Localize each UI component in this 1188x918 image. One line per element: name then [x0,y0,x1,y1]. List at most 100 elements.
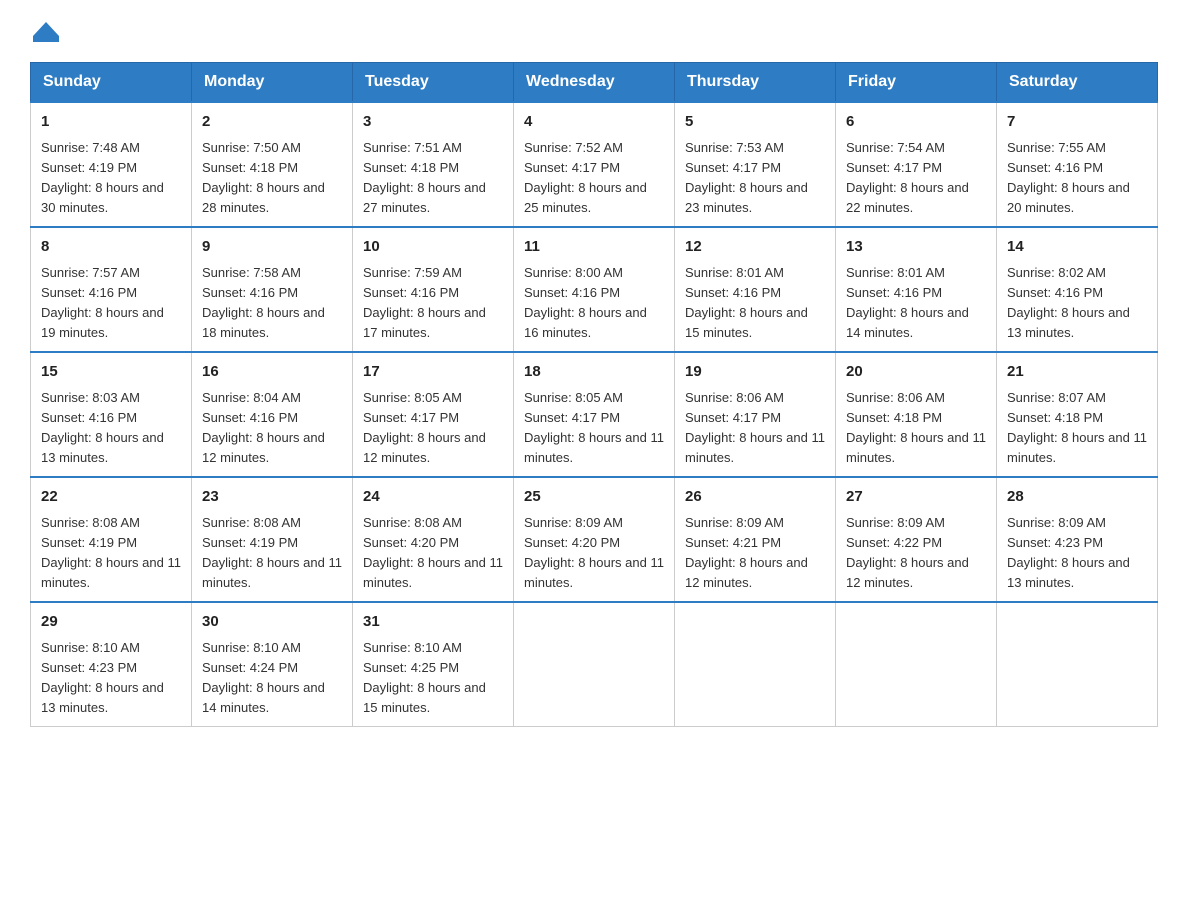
weekday-header-saturday: Saturday [997,63,1158,103]
day-info: Sunrise: 8:10 AMSunset: 4:24 PMDaylight:… [202,638,342,719]
day-number: 18 [524,361,664,384]
day-info: Sunrise: 7:51 AMSunset: 4:18 PMDaylight:… [363,138,503,219]
day-number: 4 [524,111,664,134]
day-info: Sunrise: 7:58 AMSunset: 4:16 PMDaylight:… [202,263,342,344]
day-info: Sunrise: 7:54 AMSunset: 4:17 PMDaylight:… [846,138,986,219]
calendar-day-cell: 20 Sunrise: 8:06 AMSunset: 4:18 PMDayligh… [836,352,997,477]
calendar-day-cell: 14 Sunrise: 8:02 AMSunset: 4:16 PMDayligh… [997,227,1158,352]
day-info: Sunrise: 8:05 AMSunset: 4:17 PMDaylight:… [363,388,503,469]
day-number: 19 [685,361,825,384]
calendar-day-cell: 31 Sunrise: 8:10 AMSunset: 4:25 PMDayligh… [353,602,514,727]
day-number: 22 [41,486,181,509]
calendar-day-cell [675,602,836,727]
weekday-header-friday: Friday [836,63,997,103]
day-info: Sunrise: 8:09 AMSunset: 4:23 PMDaylight:… [1007,513,1147,594]
calendar-day-cell: 18 Sunrise: 8:05 AMSunset: 4:17 PMDayligh… [514,352,675,477]
weekday-header-monday: Monday [192,63,353,103]
day-info: Sunrise: 8:08 AMSunset: 4:19 PMDaylight:… [202,513,342,594]
day-info: Sunrise: 8:05 AMSunset: 4:17 PMDaylight:… [524,388,664,469]
weekday-header-wednesday: Wednesday [514,63,675,103]
calendar-week-row: 1 Sunrise: 7:48 AMSunset: 4:19 PMDaylight… [31,102,1158,227]
calendar-day-cell: 29Sunrise: 8:10 AMSunset: 4:23 PMDayligh… [31,602,192,727]
calendar-day-cell: 11Sunrise: 8:00 AMSunset: 4:16 PMDayligh… [514,227,675,352]
calendar-week-row: 8 Sunrise: 7:57 AMSunset: 4:16 PMDaylight… [31,227,1158,352]
calendar-table: SundayMondayTuesdayWednesdayThursdayFrid… [30,62,1158,727]
weekday-header-thursday: Thursday [675,63,836,103]
calendar-header-row: SundayMondayTuesdayWednesdayThursdayFrid… [31,63,1158,103]
calendar-week-row: 22 Sunrise: 8:08 AMSunset: 4:19 PMDayligh… [31,477,1158,602]
day-number: 21 [1007,361,1147,384]
day-info: Sunrise: 7:57 AMSunset: 4:16 PMDaylight:… [41,263,181,344]
day-number: 23 [202,486,342,509]
day-number: 8 [41,236,181,259]
calendar-day-cell: 24 Sunrise: 8:08 AMSunset: 4:20 PMDayligh… [353,477,514,602]
calendar-day-cell: 19 Sunrise: 8:06 AMSunset: 4:17 PMDayligh… [675,352,836,477]
day-info: Sunrise: 7:52 AMSunset: 4:17 PMDaylight:… [524,138,664,219]
day-info: Sunrise: 8:08 AMSunset: 4:20 PMDaylight:… [363,513,503,594]
day-info: Sunrise: 8:08 AMSunset: 4:19 PMDaylight:… [41,513,181,594]
calendar-day-cell: 23 Sunrise: 8:08 AMSunset: 4:19 PMDayligh… [192,477,353,602]
day-number: 2 [202,111,342,134]
day-number: 14 [1007,236,1147,259]
day-info: Sunrise: 8:01 AMSunset: 4:16 PMDaylight:… [685,263,825,344]
day-info: Sunrise: 8:02 AMSunset: 4:16 PMDaylight:… [1007,263,1147,344]
calendar-day-cell: 21 Sunrise: 8:07 AMSunset: 4:18 PMDayligh… [997,352,1158,477]
calendar-day-cell: 5Sunrise: 7:53 AMSunset: 4:17 PMDaylight… [675,102,836,227]
calendar-day-cell: 8 Sunrise: 7:57 AMSunset: 4:16 PMDaylight… [31,227,192,352]
day-number: 27 [846,486,986,509]
page-header [30,20,1158,42]
day-info: Sunrise: 8:03 AMSunset: 4:16 PMDaylight:… [41,388,181,469]
day-number: 17 [363,361,503,384]
day-info: Sunrise: 8:06 AMSunset: 4:17 PMDaylight:… [685,388,825,469]
day-info: Sunrise: 7:50 AMSunset: 4:18 PMDaylight:… [202,138,342,219]
calendar-day-cell: 15Sunrise: 8:03 AMSunset: 4:16 PMDayligh… [31,352,192,477]
day-number: 10 [363,236,503,259]
day-info: Sunrise: 8:10 AMSunset: 4:25 PMDaylight:… [363,638,503,719]
day-info: Sunrise: 8:09 AMSunset: 4:20 PMDaylight:… [524,513,664,594]
day-number: 12 [685,236,825,259]
calendar-day-cell: 17 Sunrise: 8:05 AMSunset: 4:17 PMDayligh… [353,352,514,477]
day-info: Sunrise: 8:07 AMSunset: 4:18 PMDaylight:… [1007,388,1147,469]
calendar-day-cell [997,602,1158,727]
day-number: 6 [846,111,986,134]
calendar-day-cell: 9 Sunrise: 7:58 AMSunset: 4:16 PMDaylight… [192,227,353,352]
day-number: 13 [846,236,986,259]
day-number: 31 [363,611,503,634]
day-info: Sunrise: 8:01 AMSunset: 4:16 PMDaylight:… [846,263,986,344]
day-info: Sunrise: 8:06 AMSunset: 4:18 PMDaylight:… [846,388,986,469]
calendar-day-cell: 4 Sunrise: 7:52 AMSunset: 4:17 PMDaylight… [514,102,675,227]
day-number: 16 [202,361,342,384]
day-number: 1 [41,111,181,134]
day-number: 30 [202,611,342,634]
calendar-day-cell: 16 Sunrise: 8:04 AMSunset: 4:16 PMDayligh… [192,352,353,477]
day-number: 20 [846,361,986,384]
day-number: 24 [363,486,503,509]
day-number: 3 [363,111,503,134]
day-info: Sunrise: 8:04 AMSunset: 4:16 PMDaylight:… [202,388,342,469]
calendar-day-cell: 12 Sunrise: 8:01 AMSunset: 4:16 PMDayligh… [675,227,836,352]
calendar-day-cell [514,602,675,727]
calendar-day-cell: 6 Sunrise: 7:54 AMSunset: 4:17 PMDaylight… [836,102,997,227]
day-info: Sunrise: 8:09 AMSunset: 4:21 PMDaylight:… [685,513,825,594]
day-number: 9 [202,236,342,259]
calendar-day-cell: 10Sunrise: 7:59 AMSunset: 4:16 PMDayligh… [353,227,514,352]
logo-triangle-icon [33,22,59,36]
logo-bar-icon [33,36,59,42]
calendar-day-cell: 7 Sunrise: 7:55 AMSunset: 4:16 PMDaylight… [997,102,1158,227]
calendar-day-cell: 25Sunrise: 8:09 AMSunset: 4:20 PMDayligh… [514,477,675,602]
calendar-week-row: 15Sunrise: 8:03 AMSunset: 4:16 PMDayligh… [31,352,1158,477]
weekday-header-sunday: Sunday [31,63,192,103]
calendar-day-cell: 2 Sunrise: 7:50 AMSunset: 4:18 PMDaylight… [192,102,353,227]
day-number: 11 [524,236,664,259]
logo [30,20,59,42]
day-number: 7 [1007,111,1147,134]
calendar-day-cell: 1 Sunrise: 7:48 AMSunset: 4:19 PMDaylight… [31,102,192,227]
day-number: 29 [41,611,181,634]
day-info: Sunrise: 8:09 AMSunset: 4:22 PMDaylight:… [846,513,986,594]
calendar-day-cell: 28 Sunrise: 8:09 AMSunset: 4:23 PMDayligh… [997,477,1158,602]
day-number: 28 [1007,486,1147,509]
day-info: Sunrise: 7:48 AMSunset: 4:19 PMDaylight:… [41,138,181,219]
day-info: Sunrise: 7:55 AMSunset: 4:16 PMDaylight:… [1007,138,1147,219]
calendar-day-cell: 27 Sunrise: 8:09 AMSunset: 4:22 PMDayligh… [836,477,997,602]
day-info: Sunrise: 7:53 AMSunset: 4:17 PMDaylight:… [685,138,825,219]
